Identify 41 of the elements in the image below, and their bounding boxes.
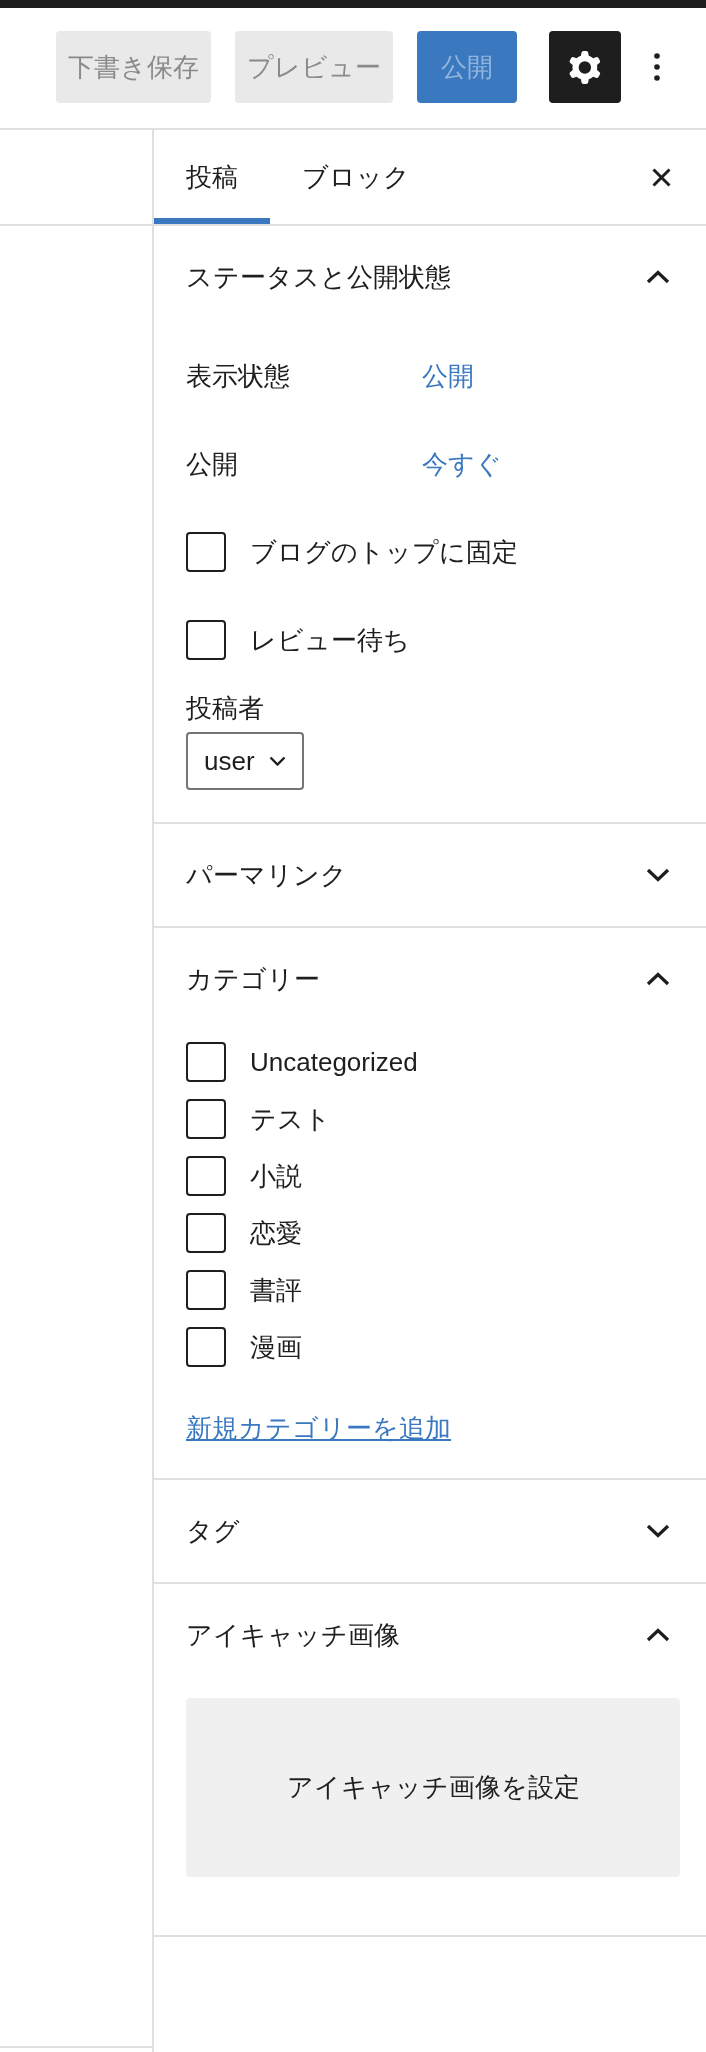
checkbox-label: 恋愛 (250, 1217, 302, 1250)
checkbox[interactable] (186, 620, 226, 660)
value-link[interactable]: 今すぐ (422, 446, 502, 482)
checkbox[interactable] (186, 1099, 226, 1139)
checkbox-label: テスト (250, 1103, 331, 1136)
checkbox[interactable] (186, 532, 226, 572)
sidebar-tab[interactable]: 投稿 (154, 130, 270, 224)
caret-down-icon (268, 756, 286, 766)
checkbox[interactable] (186, 1327, 226, 1367)
sidebar-tab[interactable]: ブロック (270, 130, 442, 224)
value-link[interactable]: 公開 (422, 358, 474, 394)
close-icon (652, 167, 671, 187)
checkbox[interactable] (186, 1042, 226, 1082)
field-label: 表示状態 (186, 360, 291, 393)
panel-header[interactable]: ステータスと公開状態 (154, 226, 706, 328)
author-select[interactable]: user (186, 732, 304, 790)
settings-button[interactable] (549, 31, 621, 103)
chevron-up-icon (646, 972, 670, 986)
checkbox-label: 漫画 (250, 1331, 302, 1364)
checkbox[interactable] (186, 1156, 226, 1196)
checkbox-label: レビュー待ち (250, 624, 410, 657)
chevron-up-icon (646, 1628, 670, 1642)
panel-header[interactable]: タグ (154, 1480, 706, 1582)
panel-header[interactable]: アイキャッチ画像 (154, 1584, 706, 1686)
panel-header[interactable]: カテゴリー (154, 928, 706, 1030)
set-featured-image-button[interactable]: アイキャッチ画像を設定 (186, 1698, 680, 1877)
chevron-up-icon (646, 270, 670, 284)
checkbox-label: ブログのトップに固定 (250, 536, 518, 569)
chevron-down-icon (646, 1524, 670, 1538)
checkbox[interactable] (186, 1270, 226, 1310)
add-category-link[interactable]: 新規カテゴリーを追加 (186, 1410, 451, 1446)
checkbox-label: 書評 (250, 1274, 302, 1307)
author-label: 投稿者 (186, 692, 264, 724)
checkbox-label: 小説 (250, 1160, 302, 1193)
checkbox[interactable] (186, 1213, 226, 1253)
checkbox-label: Uncategorized (250, 1046, 418, 1079)
chevron-down-icon (646, 868, 670, 882)
panel-header[interactable]: パーマリンク (154, 824, 706, 926)
more-vertical-icon (654, 53, 660, 81)
settings-icon (569, 50, 601, 84)
field-label: 公開 (186, 448, 239, 481)
